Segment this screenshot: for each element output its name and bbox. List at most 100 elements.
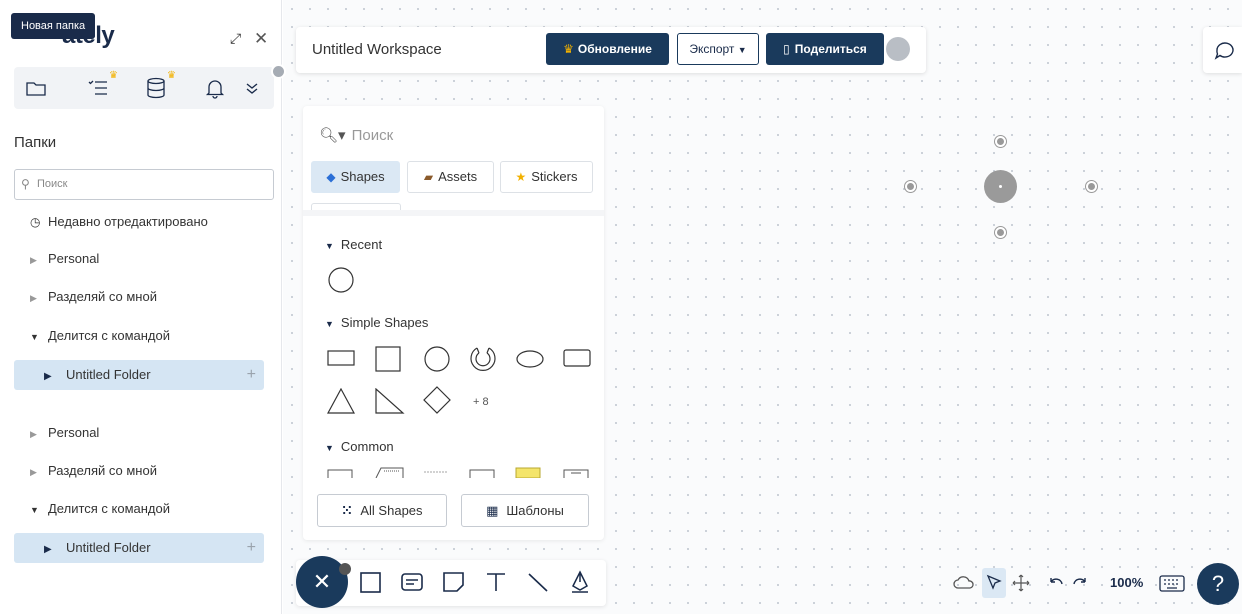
share-button[interactable]: ▯ Поделиться: [766, 33, 884, 65]
circle-shape[interactable]: [423, 345, 451, 373]
common-shape-3[interactable]: [423, 468, 453, 478]
tree-item-shared-with-me[interactable]: ▶ Разделяй со мной: [14, 456, 264, 486]
tree-item-team-shared[interactable]: ▼ Делится с командой: [14, 494, 264, 524]
caret-down-icon: ▼: [30, 505, 39, 515]
shapes-panel: 🔍︎▾ Поиск ◆ Shapes ▰ Assets ★ Stickers ▼ Rece…: [303, 106, 604, 540]
tree-item-personal[interactable]: ▶ Personal: [14, 418, 264, 448]
common-shape-4[interactable]: [469, 468, 497, 478]
cloud-icon[interactable]: [952, 568, 976, 598]
right-triangle-shape[interactable]: [375, 388, 405, 414]
workspace-title[interactable]: Untitled Workspace: [312, 41, 442, 58]
bell-icon[interactable]: [203, 76, 229, 100]
recent-item[interactable]: ◷ Недавно отредактировано: [14, 207, 264, 237]
star-icon: ★: [515, 170, 527, 184]
common-shape-1[interactable]: [327, 468, 355, 478]
caret-down-icon: ▼: [325, 443, 334, 453]
checklist-icon[interactable]: ♛: [86, 70, 118, 100]
export-dropdown[interactable]: Экспорт ▼: [677, 33, 759, 65]
caret-down-icon: ▼: [737, 45, 747, 55]
caret-right-icon: ▶: [44, 371, 52, 382]
diamond-icon: ◆: [326, 170, 336, 184]
folder-icon[interactable]: [24, 76, 50, 100]
pen-tool-icon[interactable]: [566, 568, 594, 596]
close-icon[interactable]: ✕: [254, 29, 268, 49]
chat-bubble-icon: [1214, 42, 1234, 60]
briefcase-icon: ▰: [423, 170, 434, 184]
tree-item-team-shared[interactable]: ▼ Делится с командой: [14, 321, 264, 351]
tree-item-untitled-folder[interactable]: ▶ Untitled Folder +: [14, 360, 264, 390]
canvas-handle-top[interactable]: [995, 136, 1006, 147]
sticky-note-shape[interactable]: [515, 466, 543, 478]
tree-item-shared-with-me[interactable]: ▶ Разделяй со мной: [14, 282, 264, 312]
crown-icon: ♛: [563, 42, 574, 56]
keyboard-icon[interactable]: [1158, 568, 1186, 598]
move-icon[interactable]: [1010, 568, 1032, 598]
line-tool-icon[interactable]: [524, 568, 552, 596]
tooltip: Новая папка: [11, 13, 96, 39]
all-shapes-button[interactable]: ⁙ All Shapes: [317, 494, 447, 527]
share-icon: ▯: [783, 42, 790, 56]
circle-shape[interactable]: [327, 266, 355, 294]
comments-button[interactable]: [1203, 27, 1242, 73]
add-folder-button[interactable]: +: [247, 533, 256, 563]
upgrade-button[interactable]: ♛ Обновление: [546, 33, 669, 65]
sidebar: ately Новая папка ⤢ ✕ ♛ ♛ Папки ⚲ Поиск …: [0, 0, 282, 614]
square-shape[interactable]: [375, 346, 403, 372]
canvas-handle-left[interactable]: [905, 181, 916, 192]
caret-right-icon: ▶: [30, 467, 37, 477]
sidebar-search-input[interactable]: ⚲ Поиск: [14, 169, 274, 200]
template-icon: ▦: [486, 503, 499, 518]
database-icon[interactable]: ♛: [144, 70, 176, 100]
canvas-center-handle[interactable]: [984, 170, 1017, 203]
grid-icon: ⁙: [341, 503, 353, 518]
pointer-icon[interactable]: [982, 568, 1006, 598]
search-icon: 🔍︎▾: [319, 127, 346, 144]
crown-icon: ♛: [167, 70, 176, 81]
redo-icon[interactable]: [1070, 568, 1090, 598]
expand-icon[interactable]: ⤢: [230, 30, 241, 47]
rounded-rectangle-shape[interactable]: [563, 346, 593, 370]
help-button[interactable]: ?: [1197, 563, 1239, 605]
canvas-handle-bottom[interactable]: [995, 227, 1006, 238]
caret-down-icon: ▼: [325, 241, 334, 251]
crown-icon: ♛: [109, 70, 118, 81]
caret-right-icon: ▶: [44, 544, 52, 555]
add-folder-button[interactable]: +: [247, 360, 256, 390]
sidebar-tool-tabs: ♛ ♛: [14, 67, 274, 109]
canvas-handle-right[interactable]: [1086, 181, 1097, 192]
undo-icon[interactable]: [1046, 568, 1066, 598]
section-recent[interactable]: ▼ Recent: [325, 237, 382, 252]
ellipse-shape[interactable]: [515, 348, 545, 370]
panel-divider: [303, 210, 604, 216]
tree-item-personal[interactable]: ▶ Personal: [14, 244, 264, 274]
sticky-note-tool-icon[interactable]: [440, 568, 468, 596]
topbar: Untitled Workspace ♛ Обновление Экспорт ▼…: [296, 27, 926, 73]
chevron-double-down-icon[interactable]: [240, 76, 266, 100]
tree-item-untitled-folder[interactable]: ▶ Untitled Folder +: [14, 533, 264, 563]
text-tool-icon[interactable]: [482, 568, 510, 596]
tab-stickers[interactable]: ★ Stickers: [500, 161, 593, 193]
common-shape-2[interactable]: [375, 466, 405, 478]
diamond-shape[interactable]: [423, 386, 451, 414]
folders-title: Папки: [14, 134, 57, 151]
card-tool-icon[interactable]: [398, 568, 426, 596]
zoom-level[interactable]: 100%: [1110, 568, 1143, 598]
fab-indicator: [339, 563, 351, 575]
more-shapes-count[interactable]: + 8: [473, 396, 489, 408]
arc-shape[interactable]: [468, 344, 498, 374]
avatar[interactable]: [886, 37, 910, 61]
rectangle-tool-icon[interactable]: [357, 568, 385, 596]
sidebar-collapse-handle[interactable]: [271, 64, 286, 79]
common-shape-6[interactable]: [563, 468, 591, 478]
triangle-shape[interactable]: [327, 388, 355, 414]
rectangle-shape[interactable]: [327, 346, 355, 370]
search-icon: ⚲: [21, 177, 30, 191]
section-simple-shapes[interactable]: ▼ Simple Shapes: [325, 315, 428, 330]
section-common[interactable]: ▼ Common: [325, 439, 394, 454]
clock-icon: ◷: [30, 215, 41, 229]
shapes-search-input[interactable]: 🔍︎▾ Поиск: [319, 126, 393, 144]
tab-shapes[interactable]: ◆ Shapes: [311, 161, 400, 193]
templates-button[interactable]: ▦ Шаблоны: [461, 494, 589, 527]
tab-assets[interactable]: ▰ Assets: [407, 161, 494, 193]
caret-down-icon: ▼: [325, 319, 334, 329]
